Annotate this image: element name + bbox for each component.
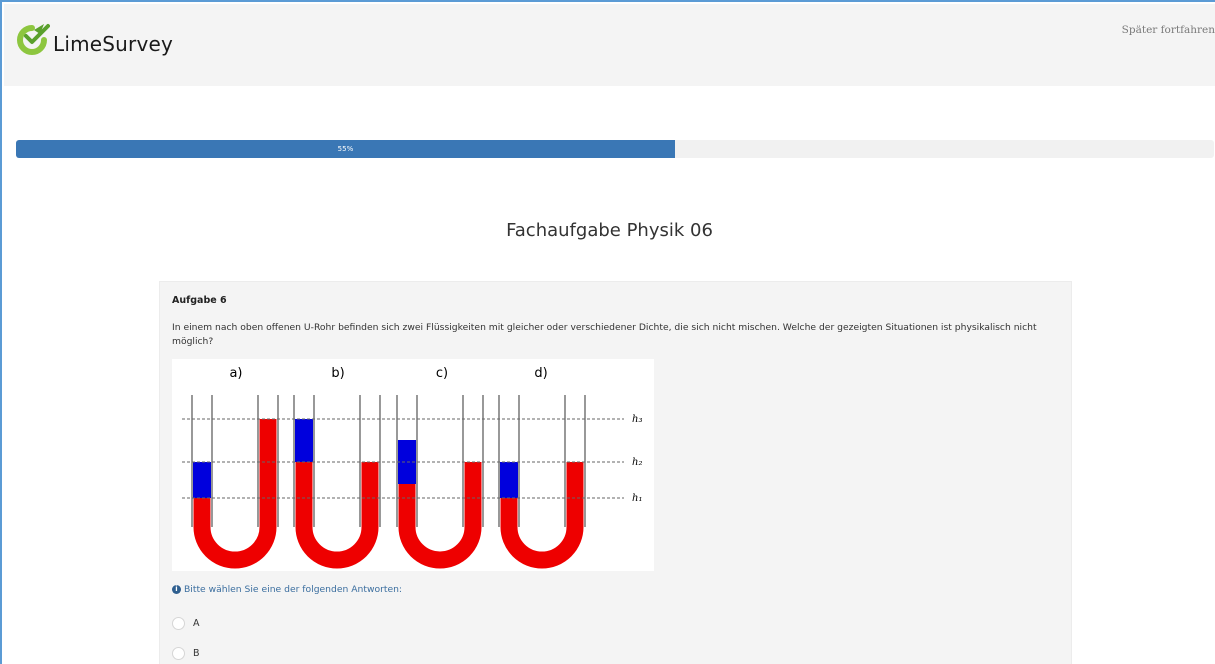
- limesurvey-logo-icon: [17, 24, 50, 55]
- panel-label-b: b): [331, 366, 344, 381]
- u-tube-b: [295, 419, 379, 569]
- level-label-h1: h₁: [632, 493, 642, 504]
- u-tube-figure: a) b) c) d) h₃ h₂ h₁: [172, 359, 654, 571]
- panel-label-a: a): [229, 366, 242, 381]
- answer-label-b: B: [193, 648, 200, 659]
- hint-text: Bitte wählen Sie eine der folgenden Antw…: [184, 584, 403, 595]
- info-circle-icon: i: [172, 585, 181, 594]
- progress-fill: 55%: [16, 140, 675, 158]
- tube-walls: [191, 395, 586, 527]
- u-tube-diagram: a) b) c) d) h₃ h₂ h₁: [182, 366, 642, 569]
- top-navbar: LimeSurvey Später fortfahren: [4, 4, 1215, 86]
- answer-option-a[interactable]: A: [172, 617, 200, 630]
- question-text: In einem nach oben offenen U-Rohr befind…: [172, 322, 1037, 347]
- question-code: Aufgabe 6: [172, 295, 227, 306]
- answer-label-a: A: [193, 618, 200, 629]
- group-title: Fachaufgabe Physik 06: [506, 220, 713, 241]
- answer-option-b[interactable]: B: [172, 647, 200, 660]
- u-tube-a: [193, 419, 277, 569]
- u-tube-d: [500, 462, 584, 569]
- panel-label-c: c): [436, 366, 448, 381]
- progress-bar: 55%: [16, 140, 1214, 158]
- level-label-h3: h₃: [632, 414, 642, 425]
- question-hint: i Bitte wählen Sie eine der folgenden An…: [172, 584, 402, 595]
- question-card: Aufgabe 6 In einem nach oben offenen U-R…: [159, 281, 1072, 664]
- panel-label-d: d): [534, 366, 547, 381]
- u-tube-c: [398, 440, 482, 569]
- brand-name: LimeSurvey: [53, 32, 174, 56]
- radio-b[interactable]: [172, 647, 185, 660]
- radio-a[interactable]: [172, 617, 185, 630]
- level-label-h2: h₂: [632, 457, 642, 468]
- resume-later-link[interactable]: Später fortfahren: [1122, 24, 1215, 36]
- browser-frame: LimeSurvey Später fortfahren 55% Fachauf…: [0, 0, 1215, 664]
- brand-logo[interactable]: LimeSurvey: [14, 22, 173, 58]
